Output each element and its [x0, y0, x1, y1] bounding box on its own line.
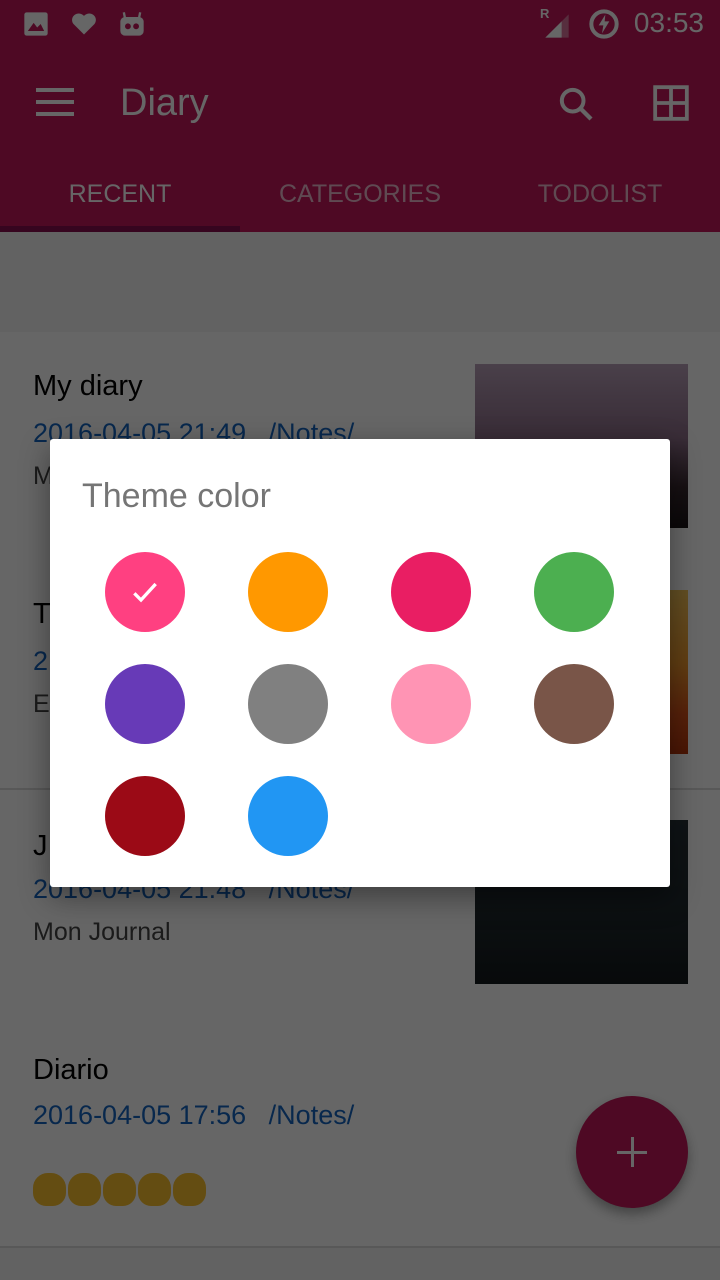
- theme-color-dialog: Theme color: [50, 439, 670, 887]
- color-swatch-brown[interactable]: [534, 664, 614, 744]
- color-swatch-gray[interactable]: [248, 664, 328, 744]
- color-swatch-blue[interactable]: [248, 776, 328, 856]
- color-swatch-light-pink[interactable]: [391, 664, 471, 744]
- color-swatch-purple[interactable]: [105, 664, 185, 744]
- dialog-title: Theme color: [82, 477, 271, 515]
- color-swatch-green[interactable]: [534, 552, 614, 632]
- color-swatch-pink[interactable]: [105, 552, 185, 632]
- color-swatch-dark-red[interactable]: [105, 776, 185, 856]
- check-icon: [133, 582, 157, 603]
- color-swatch-crimson[interactable]: [391, 552, 471, 632]
- color-swatch-orange[interactable]: [248, 552, 328, 632]
